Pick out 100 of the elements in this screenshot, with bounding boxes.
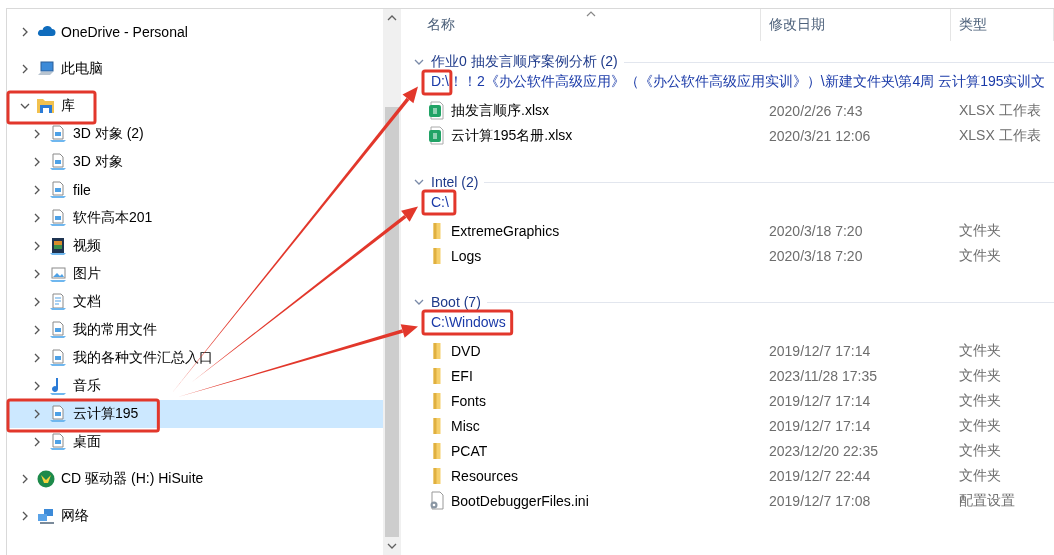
spreadsheet-icon xyxy=(427,100,447,121)
file-type: 文件夹 xyxy=(958,341,1002,360)
file-type: XLSX 工作表 xyxy=(958,101,1042,120)
film-icon xyxy=(48,236,68,256)
folder-icon xyxy=(433,442,441,459)
file-row[interactable]: ExtremeGraphics 2020/3/18 7:20 文件夹 xyxy=(401,218,1054,243)
nav-label: 软件高本201 xyxy=(73,209,153,227)
library-icon xyxy=(36,96,56,116)
file-name: DVD xyxy=(451,342,481,359)
file-type: 文件夹 xyxy=(958,366,1002,385)
file-type: 文件夹 xyxy=(958,466,1002,485)
nav-item[interactable]: file xyxy=(7,176,383,204)
nav-label: 我的常用文件 xyxy=(73,321,157,339)
modified-date: 2019/12/7 22:44 xyxy=(768,467,872,484)
nav-label: 云计算195 xyxy=(73,405,139,423)
library-folder-icon xyxy=(48,404,68,424)
column-header[interactable]: 类型 xyxy=(951,9,1054,41)
nav-item[interactable]: 图片 xyxy=(7,260,383,288)
file-name: Misc xyxy=(451,417,480,434)
sort-caret-icon xyxy=(585,10,597,18)
picture-icon xyxy=(48,264,68,284)
file-row[interactable]: Fonts 2019/12/7 17:14 文件夹 xyxy=(401,388,1054,413)
group-header[interactable]: 作业0 抽发言顺序案例分析 (2) xyxy=(431,53,618,71)
modified-date: 2023/12/20 22:35 xyxy=(768,442,879,459)
file-name: Fonts xyxy=(451,392,486,409)
modified-date: 2019/12/7 17:14 xyxy=(768,417,872,434)
file-type: 配置设置 xyxy=(958,491,1016,510)
group-header[interactable]: Boot (7) xyxy=(431,294,481,310)
nav-label: OneDrive - Personal xyxy=(61,24,188,40)
scrollbar-thumb[interactable] xyxy=(385,107,399,537)
nav-label: 视频 xyxy=(73,237,101,255)
file-name: 抽发言顺序.xlsx xyxy=(451,101,549,120)
modified-date: 2019/12/7 17:08 xyxy=(768,492,872,509)
file-row[interactable]: DVD 2019/12/7 17:14 文件夹 xyxy=(401,338,1054,363)
nav-item[interactable]: 网络 xyxy=(7,502,383,530)
nav-label: 此电脑 xyxy=(61,60,103,78)
nav-item[interactable]: CD 驱动器 (H:) HiSuite xyxy=(7,465,383,493)
folder-path-link[interactable]: D:\！！2《办公软件高级应用》（《办公软件高级应用实训》）\新建文件夹\第4周 云计算195实训文 xyxy=(431,73,1046,91)
library-folder-icon xyxy=(48,432,68,452)
nav-label: 桌面 xyxy=(73,433,101,451)
nav-item[interactable]: 软件高本201 xyxy=(7,204,383,232)
file-row[interactable]: EFI 2023/11/28 17:35 文件夹 xyxy=(401,363,1054,388)
nav-label: 3D 对象 (2) xyxy=(73,125,144,143)
file-name: Resources xyxy=(451,467,518,484)
file-row[interactable]: 云计算195名册.xlsx 2020/3/21 12:06 XLSX 工作表 xyxy=(401,123,1054,148)
folder-icon xyxy=(433,222,441,239)
file-row[interactable]: Misc 2019/12/7 17:14 文件夹 xyxy=(401,413,1054,438)
nav-item[interactable]: 我的各种文件汇总入口 xyxy=(7,344,383,372)
nav-item[interactable]: 云计算195 xyxy=(7,400,383,428)
file-row[interactable]: BootDebuggerFiles.ini 2019/12/7 17:08 配置设置 xyxy=(401,488,1054,513)
file-type: 文件夹 xyxy=(958,391,1002,410)
modified-date: 2019/12/7 17:14 xyxy=(768,342,872,359)
folder-path-link[interactable]: C:\Windows xyxy=(431,314,506,330)
file-name: ExtremeGraphics xyxy=(451,222,560,239)
library-folder-icon xyxy=(48,152,68,172)
nav-label: 我的各种文件汇总入口 xyxy=(73,349,213,367)
nav-item[interactable]: 文档 xyxy=(7,288,383,316)
nav-item[interactable]: OneDrive - Personal xyxy=(7,18,383,46)
folder-path-link[interactable]: C:\ xyxy=(431,194,449,210)
file-row[interactable]: PCAT 2023/12/20 22:35 文件夹 xyxy=(401,438,1054,463)
nav-item[interactable]: 视频 xyxy=(7,232,383,260)
file-name: PCAT xyxy=(451,442,488,459)
file-row[interactable]: 抽发言顺序.xlsx 2020/2/26 7:43 XLSX 工作表 xyxy=(401,98,1054,123)
library-folder-icon xyxy=(48,208,68,228)
folder-icon xyxy=(433,367,441,384)
folder-icon xyxy=(433,247,441,264)
nav-item[interactable]: 此电脑 xyxy=(7,55,383,83)
document-icon xyxy=(48,292,68,312)
library-folder-icon xyxy=(48,348,68,368)
nav-item[interactable]: 桌面 xyxy=(7,428,383,456)
file-type: 文件夹 xyxy=(958,246,1002,265)
library-folder-icon xyxy=(48,320,68,340)
file-row[interactable]: Logs 2020/3/18 7:20 文件夹 xyxy=(401,243,1054,268)
modified-date: 2023/11/28 17:35 xyxy=(768,367,878,384)
nav-label: 库 xyxy=(61,97,75,115)
file-type: 文件夹 xyxy=(958,221,1002,240)
nav-label: CD 驱动器 (H:) HiSuite xyxy=(61,470,204,488)
nav-item[interactable]: 3D 对象 xyxy=(7,148,383,176)
column-header[interactable]: 修改日期 xyxy=(761,9,951,41)
nav-item[interactable]: 音乐 xyxy=(7,372,383,400)
group-header[interactable]: Intel (2) xyxy=(431,174,479,190)
file-row[interactable]: Resources 2019/12/7 22:44 文件夹 xyxy=(401,463,1054,488)
library-folder-icon xyxy=(48,124,68,144)
nav-item[interactable]: 我的常用文件 xyxy=(7,316,383,344)
file-name: EFI xyxy=(451,367,473,384)
file-type: 文件夹 xyxy=(958,416,1002,435)
nav-label: 图片 xyxy=(73,265,101,283)
library-folder-icon xyxy=(48,180,68,200)
file-type: 文件夹 xyxy=(958,441,1002,460)
nav-item[interactable]: 库 xyxy=(7,92,383,120)
disc-icon xyxy=(36,469,56,489)
column-header[interactable]: 名称 xyxy=(401,9,761,41)
modified-date: 2020/3/18 7:20 xyxy=(768,247,864,264)
modified-date: 2020/3/21 12:06 xyxy=(768,127,872,144)
modified-date: 2019/12/7 17:14 xyxy=(768,392,872,409)
folder-icon xyxy=(433,417,441,434)
folder-icon xyxy=(433,467,441,484)
nav-item[interactable]: 3D 对象 (2) xyxy=(7,120,383,148)
folder-icon xyxy=(433,392,441,409)
nav-label: 音乐 xyxy=(73,377,101,395)
